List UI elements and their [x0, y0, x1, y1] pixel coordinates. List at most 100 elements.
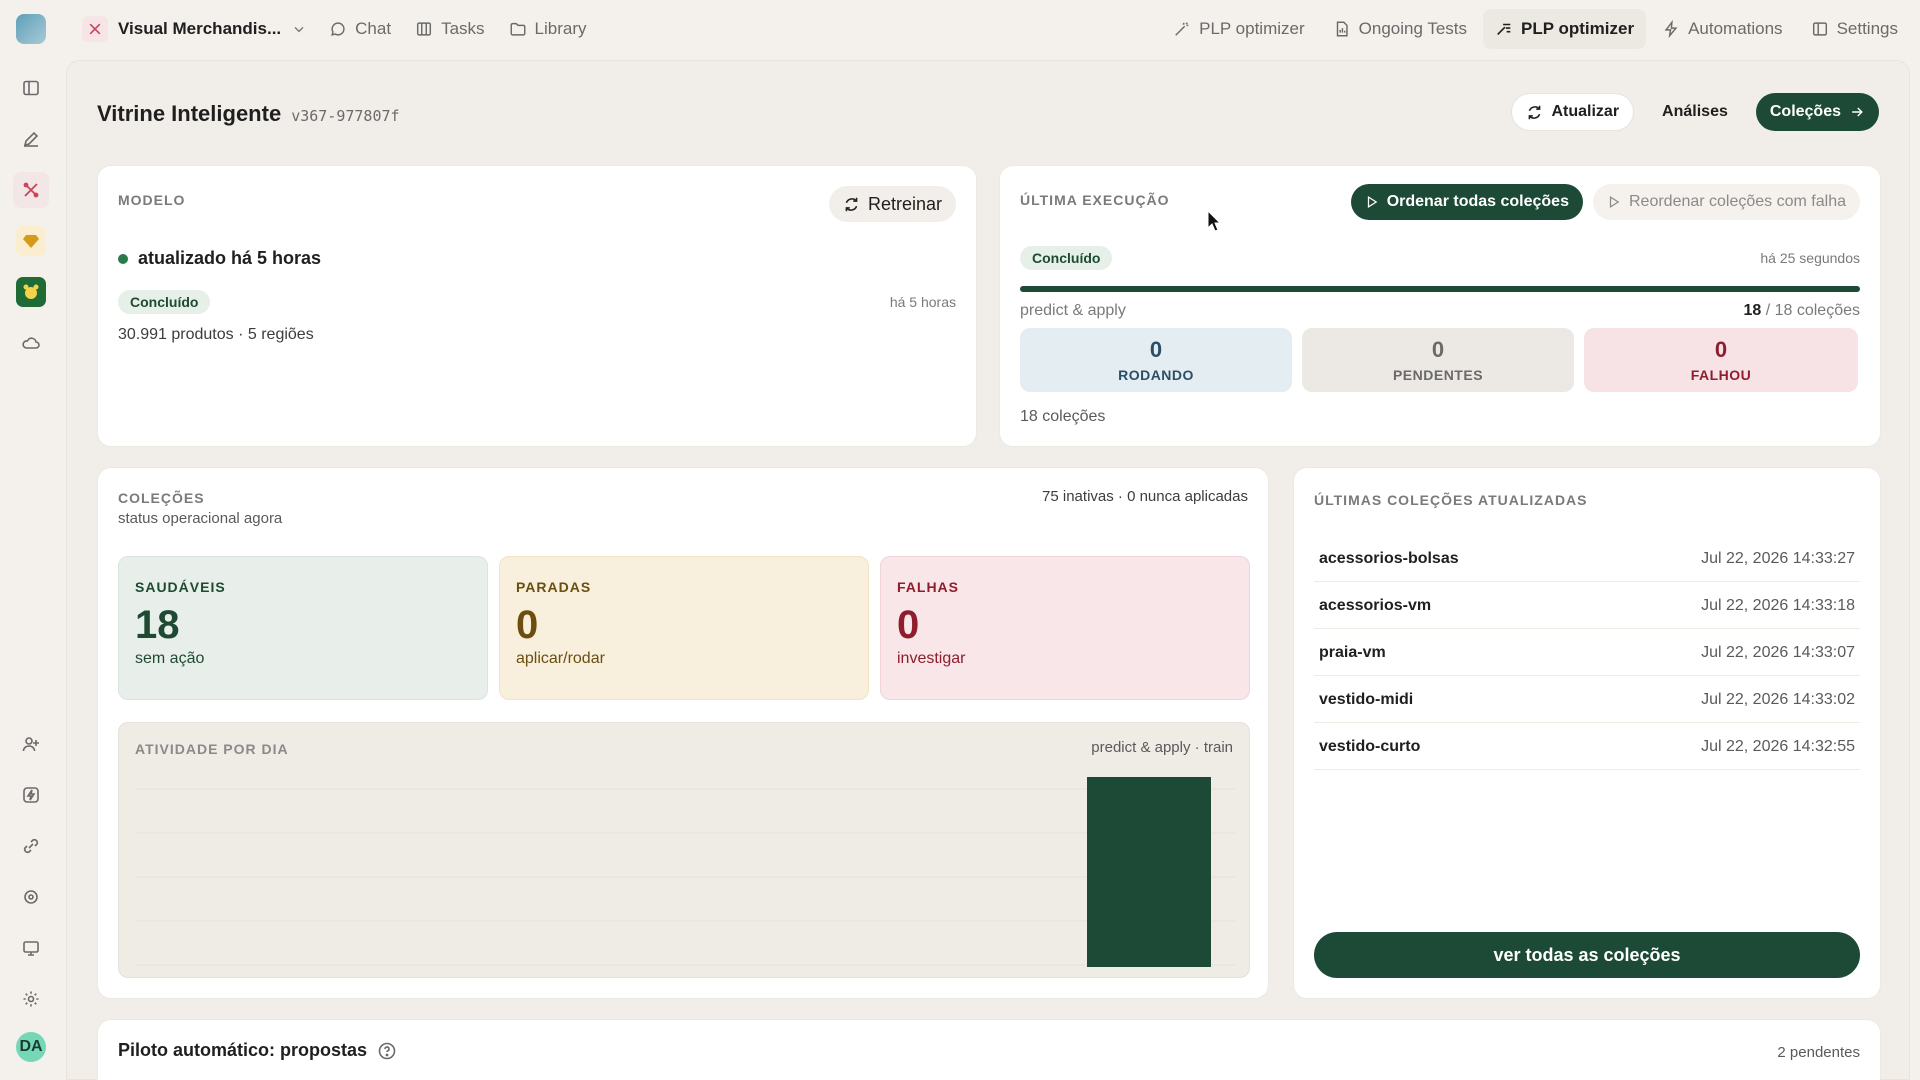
nav-plp-optimizer-active-label: PLP optimizer [1521, 19, 1635, 38]
failures-tile[interactable]: FALHAS 0 investigar [880, 556, 1250, 700]
collection-date: Jul 22, 2026 14:32:55 [1701, 737, 1855, 755]
model-status-text: atualizado há 5 horas [138, 248, 322, 268]
play-icon [1367, 195, 1378, 209]
execution-done-count: 18 [1743, 302, 1762, 319]
add-user-icon[interactable] [13, 726, 49, 762]
status-dot [118, 253, 128, 264]
header-actions: Atualizar Análises Coleções [1511, 93, 1879, 131]
analyses-button[interactable]: Análises [1648, 93, 1742, 131]
nav-plp-optimizer-active[interactable]: PLP optimizer [1483, 9, 1647, 49]
mouse-cursor-icon [1207, 210, 1221, 232]
execution-time: há 25 segundos [1760, 250, 1860, 266]
avatar[interactable]: DA [16, 1032, 46, 1062]
report-icon [1336, 21, 1348, 37]
healthy-tile[interactable]: SAUDÁVEIS 18 sem ação [118, 556, 488, 700]
model-status-badge: Concluído [118, 290, 211, 314]
monitor-icon[interactable] [13, 930, 49, 966]
help-circle-icon[interactable] [377, 1041, 397, 1061]
link-icon[interactable] [13, 828, 49, 864]
execution-status-badge: Concluído [1020, 246, 1113, 270]
collections-sub: status operacional agora [118, 510, 283, 527]
nav-library-label: Library [534, 19, 587, 38]
collections-label: Coleções [1769, 103, 1841, 120]
view-all-collections-button[interactable]: ver todas as coleções [1314, 932, 1860, 978]
nav-library[interactable]: Library [497, 9, 599, 49]
execution-stage: predict & apply [1020, 302, 1126, 319]
activity-legend: predict & apply · train [1091, 739, 1233, 756]
list-item[interactable]: praia-vm Jul 22, 2026 14:33:07 [1314, 630, 1860, 676]
pending-stat: 0 PENDENTES [1302, 328, 1574, 392]
healthy-note: sem ação [135, 650, 205, 667]
stopped-value: 0 [516, 603, 539, 647]
autopilot-title: Piloto automático: propostas [118, 1040, 368, 1060]
execution-heading: ÚLTIMA EXECUÇÃO [1020, 192, 1170, 208]
healthy-value: 18 [135, 603, 180, 647]
running-label: RODANDO [1118, 367, 1194, 383]
list-item[interactable]: vestido-midi Jul 22, 2026 14:33:02 [1314, 677, 1860, 723]
retrain-button[interactable]: Retreinar [828, 186, 956, 222]
app-logo[interactable] [16, 14, 46, 44]
stopped-note: aplicar/rodar [516, 650, 605, 667]
cloud-icon[interactable] [13, 325, 49, 361]
collection-name: acessorios-vm [1319, 596, 1432, 614]
nav-chat[interactable]: Chat [317, 9, 403, 49]
chevron-down-icon [294, 26, 304, 33]
list-item[interactable]: acessorios-vm Jul 22, 2026 14:33:18 [1314, 583, 1860, 629]
stopped-tile[interactable]: PARADAS 0 aplicar/rodar [499, 556, 869, 700]
nav-tasks[interactable]: Tasks [403, 9, 496, 49]
left-rail: DA [0, 0, 62, 1080]
failed-value: 0 [1714, 337, 1728, 362]
refresh-button[interactable]: Atualizar [1511, 93, 1635, 131]
panel-icon [1812, 22, 1827, 36]
analyses-label: Análises [1662, 103, 1728, 120]
nav-settings[interactable]: Settings [1799, 9, 1910, 49]
recent-collections-card: ÚLTIMAS COLEÇÕES ATUALIZADAS acessorios-… [1293, 467, 1881, 999]
nav-tasks-label: Tasks [441, 19, 485, 38]
workspace-selector[interactable]: Visual Merchandis... [72, 9, 317, 49]
collection-name: vestido-curto [1319, 737, 1421, 755]
collection-name: vestido-midi [1319, 690, 1414, 708]
page-header: Vitrine Inteligente v367-977807f [97, 101, 400, 127]
plp-tools-icon[interactable] [13, 172, 49, 208]
collections-summary: 75 inativas · 0 nunca aplicadas [1042, 488, 1248, 505]
nav-ongoing-tests[interactable]: Ongoing Tests [1321, 9, 1479, 49]
version-tag: v367-977807f [291, 107, 400, 125]
failed-stat: 0 FALHOU [1584, 328, 1858, 392]
bear-app-icon[interactable] [13, 274, 49, 310]
refresh-label: Atualizar [1551, 103, 1620, 120]
failed-label: FALHOU [1690, 367, 1752, 383]
order-all-label: Ordenar todas coleções [1386, 193, 1569, 210]
collections-card: COLEÇÕES status operacional agora 75 ina… [97, 467, 1269, 999]
arrow-right-icon [1852, 107, 1863, 117]
nav-plp-optimizer[interactable]: PLP optimizer [1161, 9, 1317, 49]
bolt-box-icon[interactable] [13, 777, 49, 813]
list-item[interactable]: acessorios-bolsas Jul 22, 2026 14:33:27 [1314, 536, 1860, 582]
execution-footer: 18 coleções [1020, 408, 1106, 425]
reorder-failed-label: Reordenar coleções com falha [1628, 193, 1846, 210]
settings-gear-icon[interactable] [13, 981, 49, 1017]
folder-icon [510, 22, 526, 36]
order-all-collections-button[interactable]: Ordenar todas coleções [1350, 184, 1583, 220]
collection-date: Jul 22, 2026 14:33:02 [1701, 690, 1855, 708]
new-chat-icon[interactable] [13, 121, 49, 157]
nav-plp-optimizer-label: PLP optimizer [1199, 19, 1305, 38]
pending-value: 0 [1431, 337, 1445, 362]
autopilot-header: Piloto automático: propostas [118, 1040, 397, 1061]
nav-settings-label: Settings [1836, 19, 1898, 38]
execution-actions: Ordenar todas coleções Reordenar coleçõe… [1350, 184, 1860, 220]
refresh-icon [1529, 105, 1541, 119]
integrations-icon[interactable] [13, 879, 49, 915]
nav-chat-label: Chat [355, 19, 392, 38]
main-panel: Vitrine Inteligente v367-977807f Atualiz… [66, 60, 1910, 1080]
nav-automations-label: Automations [1688, 19, 1783, 38]
sidebar-toggle-icon[interactable] [13, 70, 49, 106]
recent-heading: ÚLTIMAS COLEÇÕES ATUALIZADAS [1314, 492, 1588, 508]
gem-icon[interactable] [13, 223, 49, 259]
reorder-failed-button[interactable]: Reordenar coleções com falha [1592, 184, 1860, 220]
list-item[interactable]: vestido-curto Jul 22, 2026 14:32:55 [1314, 724, 1860, 770]
activity-chart: ATIVIDADE POR DIA predict & apply · trai… [118, 722, 1250, 978]
collections-button[interactable]: Coleções [1755, 93, 1879, 131]
activity-bar [1087, 777, 1211, 967]
nav-automations[interactable]: Automations [1650, 9, 1795, 49]
collection-name: praia-vm [1319, 643, 1386, 661]
